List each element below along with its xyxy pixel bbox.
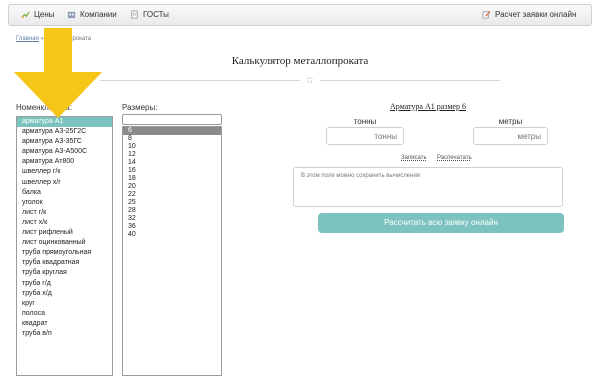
sizes-listbox[interactable]: 6 8 10 12 14 16 18 20 22 25 28 32 36 40 [122, 126, 222, 376]
size-option[interactable]: 6 [123, 127, 221, 135]
nomenclature-option[interactable]: швеллер г/к [17, 167, 112, 177]
print-link[interactable]: Распечатать [437, 155, 472, 161]
size-option[interactable]: 14 [123, 159, 221, 167]
size-option[interactable]: 40 [123, 231, 221, 239]
size-option[interactable]: 16 [123, 167, 221, 175]
size-option[interactable]: 28 [123, 207, 221, 215]
size-option[interactable]: 36 [123, 223, 221, 231]
nomenclature-option[interactable]: лист рифленый [17, 228, 112, 238]
arrow-down-icon [14, 28, 102, 118]
nomenclature-option[interactable]: лист оцинкованный [17, 238, 112, 248]
nomenclature-option[interactable]: лист х/к [17, 218, 112, 228]
nomenclature-option[interactable]: арматура А3-35ГС [17, 137, 112, 147]
size-option[interactable]: 10 [123, 143, 221, 151]
nav-order-online-link[interactable]: Расчет заявки онлайн [482, 10, 576, 19]
tons-label: тонны [353, 117, 377, 126]
nomenclature-option[interactable]: труба прямоугольная [17, 248, 112, 258]
nomenclature-option[interactable]: полоса [17, 309, 112, 319]
nomenclature-option[interactable]: арматура Ат800 [17, 157, 112, 167]
sizes-search-input[interactable] [122, 114, 222, 125]
nomenclature-option[interactable]: труба квадратная [17, 258, 112, 268]
document-icon [131, 10, 138, 19]
notes-textarea[interactable]: В этом поле можно сохранить вычисления [293, 167, 563, 207]
nomenclature-option[interactable]: швеллер х/г [17, 178, 112, 188]
size-option[interactable]: 25 [123, 199, 221, 207]
nomenclature-option[interactable]: арматура А3-25Г2С [17, 127, 112, 137]
nav-gosts-label: ГОСТы [143, 10, 169, 19]
companies-icon [67, 11, 76, 19]
nomenclature-option[interactable]: лист г/к [17, 208, 112, 218]
nomenclature-option[interactable]: уголок [17, 198, 112, 208]
title-divider-right [320, 80, 500, 81]
title-divider-left [100, 80, 300, 81]
nav-prices-link[interactable]: Цены [21, 10, 55, 19]
nomenclature-option[interactable]: круг [17, 299, 112, 309]
edit-note-icon [482, 10, 491, 19]
size-option[interactable]: 18 [123, 175, 221, 183]
calculator-title[interactable]: Арматура А1 размер 6 [293, 102, 563, 111]
size-option[interactable]: 12 [123, 151, 221, 159]
calculate-order-online-button[interactable]: Рассчитать всю заявку онлайн [318, 213, 564, 233]
nomenclature-option[interactable]: труба х/д [17, 289, 112, 299]
nomenclature-option[interactable]: труба круглая [17, 268, 112, 278]
nomenclature-option[interactable]: труба г/д [17, 279, 112, 289]
prices-icon [21, 11, 30, 19]
star-icon: ✩ [306, 75, 314, 85]
nav-gosts-link[interactable]: ГОСТы [130, 10, 169, 19]
nomenclature-option[interactable]: арматура А3-А500С [17, 147, 112, 157]
nav-order-online-label: Расчет заявки онлайн [495, 10, 577, 19]
nomenclature-option[interactable]: квадрат [17, 319, 112, 329]
top-nav-bar: Цены Компании ГОСТы Расчет заявки онлайн [8, 4, 592, 26]
nomenclature-listbox[interactable]: арматура А1 арматура А3-25Г2С арматура А3-… [16, 116, 113, 376]
meters-input[interactable] [473, 127, 548, 145]
nomenclature-option[interactable]: балка [17, 188, 112, 198]
nav-prices-label: Цены [34, 10, 55, 19]
size-option[interactable]: 20 [123, 183, 221, 191]
save-link[interactable]: Записать [401, 155, 427, 161]
nomenclature-option[interactable]: труба в/п [17, 329, 112, 339]
nav-companies-link[interactable]: Компании [67, 10, 117, 19]
nav-companies-label: Компании [80, 10, 117, 19]
meters-label: метры [498, 117, 523, 126]
size-option[interactable]: 32 [123, 215, 221, 223]
size-option[interactable]: 8 [123, 135, 221, 143]
tons-input[interactable] [326, 127, 404, 145]
size-option[interactable]: 22 [123, 191, 221, 199]
sizes-label: Размеры: [122, 103, 158, 112]
